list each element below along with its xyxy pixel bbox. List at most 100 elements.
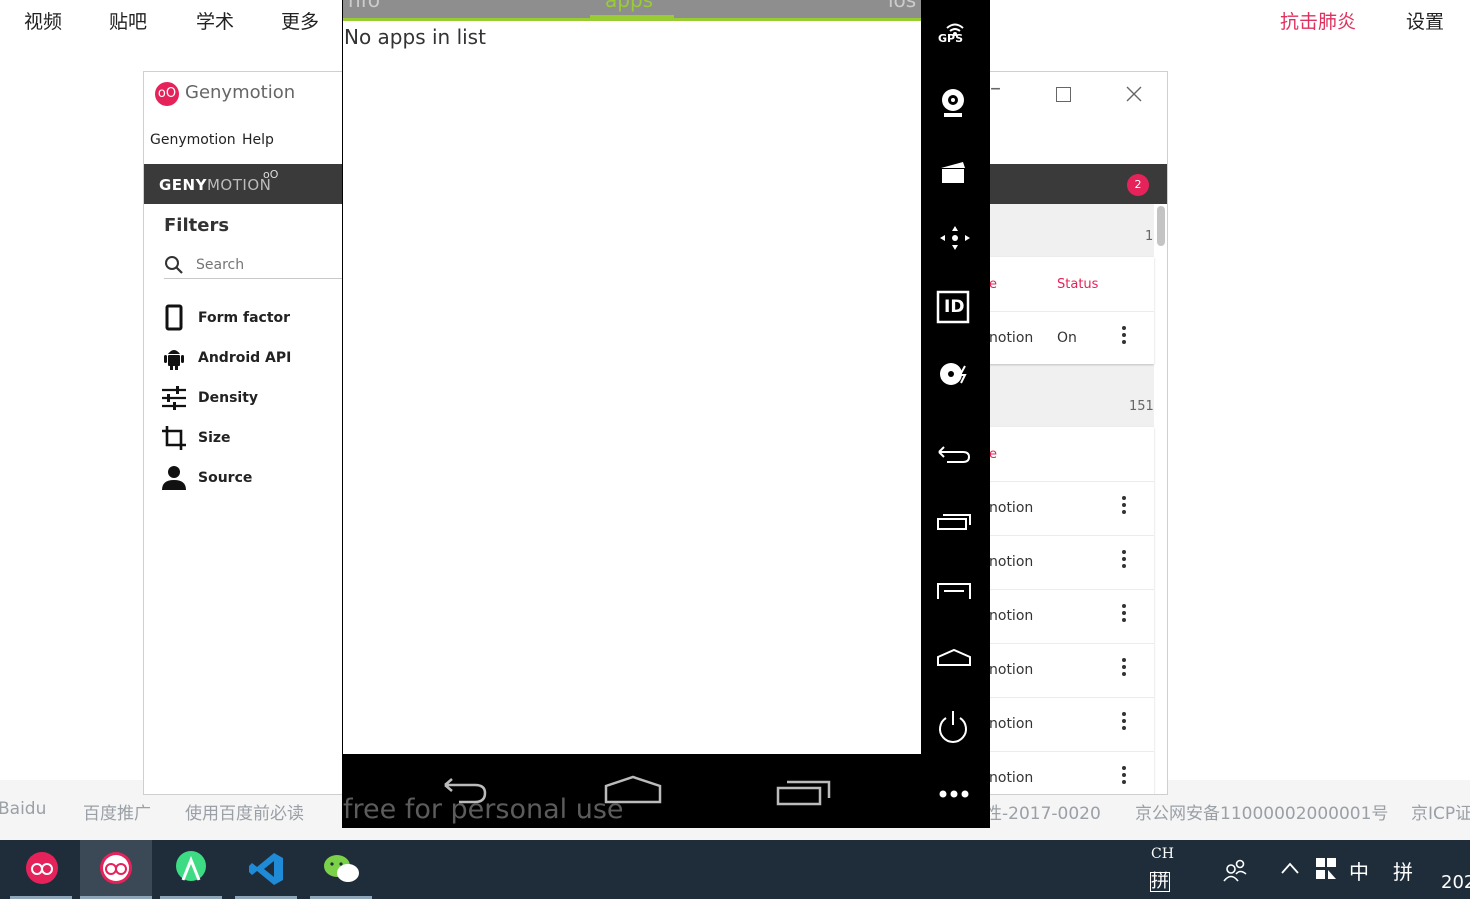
active-tab-indicator — [590, 15, 674, 19]
menu-tool[interactable] — [921, 564, 989, 614]
notification-badge[interactable]: 2 — [1127, 174, 1149, 196]
footer-police-record-link[interactable]: 京公网安备11000002000001号 — [1135, 799, 1388, 824]
filter-source[interactable]: Source — [160, 464, 350, 494]
disk-io-tool[interactable] — [921, 350, 989, 400]
capture-tool[interactable] — [921, 146, 989, 196]
window-title: Genymotion — [185, 82, 296, 103]
taskbar-android-studio[interactable] — [160, 840, 222, 899]
kebab-menu-icon[interactable] — [1121, 604, 1127, 626]
covid-link[interactable]: 抗击肺炎 — [1280, 7, 1356, 34]
input-language-indicator[interactable]: CH — [1151, 846, 1174, 862]
filter-label: Source — [198, 470, 253, 486]
filter-size[interactable]: Size — [160, 424, 350, 454]
kebab-menu-icon[interactable] — [1121, 550, 1127, 572]
column-status-header[interactable]: Status — [1057, 277, 1098, 292]
tab-ios[interactable]: ios — [888, 0, 916, 12]
table-row[interactable]: notion — [989, 697, 1154, 751]
kebab-menu-icon[interactable] — [1121, 496, 1127, 518]
disk-io-icon — [940, 363, 967, 385]
ime-mode-indicator[interactable]: 中 — [1349, 856, 1369, 885]
brand-thin: MOTION — [206, 176, 272, 194]
brand-bold: GENY — [159, 176, 207, 194]
brand-mark: oO — [263, 168, 279, 181]
kebab-menu-icon[interactable] — [1121, 658, 1127, 680]
input-method-badge[interactable]: 拼 — [1150, 872, 1170, 892]
kebab-menu-icon[interactable] — [1121, 712, 1127, 734]
table-row[interactable]: notion — [989, 589, 1154, 643]
ime-toolbar-icon[interactable] — [1315, 857, 1337, 881]
device-name: notion — [989, 716, 1034, 732]
tab-info[interactable]: nfo — [348, 0, 380, 12]
filter-android-api[interactable]: Android API — [160, 344, 350, 374]
column-name-header[interactable]: e — [989, 447, 997, 462]
taskbar-wechat[interactable] — [310, 840, 372, 899]
filter-label: Size — [198, 430, 231, 446]
minimize-button[interactable]: – — [990, 76, 1001, 101]
device-name: notion — [989, 554, 1034, 570]
home-icon — [937, 648, 971, 666]
recent-apps-tool[interactable] — [921, 496, 989, 546]
android-icon — [164, 350, 184, 370]
brand-logo: GENYMOTION — [159, 176, 271, 194]
empty-list-message: No apps in list — [344, 25, 486, 49]
android-studio-icon — [176, 851, 206, 881]
footer-promotion-link[interactable]: 百度推广 — [83, 799, 151, 824]
footer-license-text: 性-2017-0020 — [985, 804, 1101, 824]
taskbar-genymotion-player[interactable] — [80, 840, 152, 899]
kebab-menu-icon[interactable] — [1121, 326, 1127, 348]
people-icon[interactable] — [1222, 857, 1248, 883]
available-devices-count: 151 — [1129, 399, 1154, 414]
table-row[interactable]: notion — [989, 751, 1154, 794]
device-name: notion — [989, 662, 1034, 678]
maximize-button[interactable] — [1056, 87, 1071, 102]
footer-icp-link[interactable]: 京ICP证 — [1411, 799, 1470, 824]
device-name: notion — [989, 500, 1034, 516]
device-name: notion — [989, 608, 1034, 624]
clock[interactable]: 202 — [1441, 872, 1470, 893]
device-list-scrollbar[interactable] — [1157, 206, 1165, 246]
kebab-menu-icon[interactable] — [1121, 766, 1127, 788]
dpad-tool[interactable] — [921, 214, 989, 264]
tab-apps[interactable]: apps — [605, 0, 653, 12]
table-row[interactable]: notion — [989, 535, 1154, 589]
search-input[interactable] — [194, 252, 338, 278]
device-screen[interactable]: nfo apps ios No apps in list — [343, 0, 921, 754]
table-row[interactable]: notion On — [989, 311, 1154, 365]
table-row[interactable]: notion — [989, 643, 1154, 697]
device-status: On — [1057, 330, 1077, 346]
table-row[interactable]: notion — [989, 481, 1154, 535]
taskbar-genymotion[interactable] — [10, 840, 72, 899]
back-tool[interactable] — [921, 428, 989, 478]
gps-tool[interactable]: GPS — [921, 10, 989, 60]
filter-label: Density — [198, 390, 259, 406]
power-tool[interactable] — [921, 700, 989, 750]
nav-tieba-link[interactable]: 贴吧 — [109, 7, 147, 34]
menu-genymotion[interactable]: Genymotion — [150, 132, 236, 148]
available-devices-card: e notion notion notion notion notion not… — [989, 427, 1154, 794]
chevron-up-icon[interactable] — [1280, 860, 1300, 876]
app-tabs: nfo apps ios — [343, 0, 921, 21]
more-tool[interactable] — [921, 770, 989, 820]
id-tool[interactable]: ID — [921, 282, 989, 332]
column-name-header[interactable]: e — [989, 277, 997, 292]
device-name: notion — [989, 770, 1034, 786]
close-button[interactable] — [1126, 86, 1142, 102]
settings-link[interactable]: 设置 — [1406, 7, 1444, 34]
nav-xueshu-link[interactable]: 学术 — [196, 7, 234, 34]
filter-density[interactable]: Density — [160, 384, 350, 414]
home-tool[interactable] — [921, 632, 989, 682]
gps-label: GPS — [938, 32, 964, 45]
taskbar-vscode[interactable] — [235, 840, 297, 899]
footer-terms-link[interactable]: 使用百度前必读 — [185, 799, 304, 824]
footer-baidu-link[interactable]: Baidu — [0, 799, 46, 819]
webcam-tool[interactable] — [921, 78, 989, 128]
nav-video-link[interactable]: 视频 — [24, 7, 62, 34]
menu-icon — [937, 583, 971, 599]
ime-pinyin-indicator[interactable]: 拼 — [1393, 856, 1413, 885]
nav-more-link[interactable]: 更多 — [281, 7, 319, 34]
license-watermark: free for personal use — [343, 794, 624, 825]
filter-form-factor[interactable]: Form factor — [160, 304, 350, 334]
menu-help[interactable]: Help — [242, 132, 274, 148]
phone-icon — [165, 304, 183, 331]
nav-recents-icon[interactable] — [775, 776, 833, 808]
